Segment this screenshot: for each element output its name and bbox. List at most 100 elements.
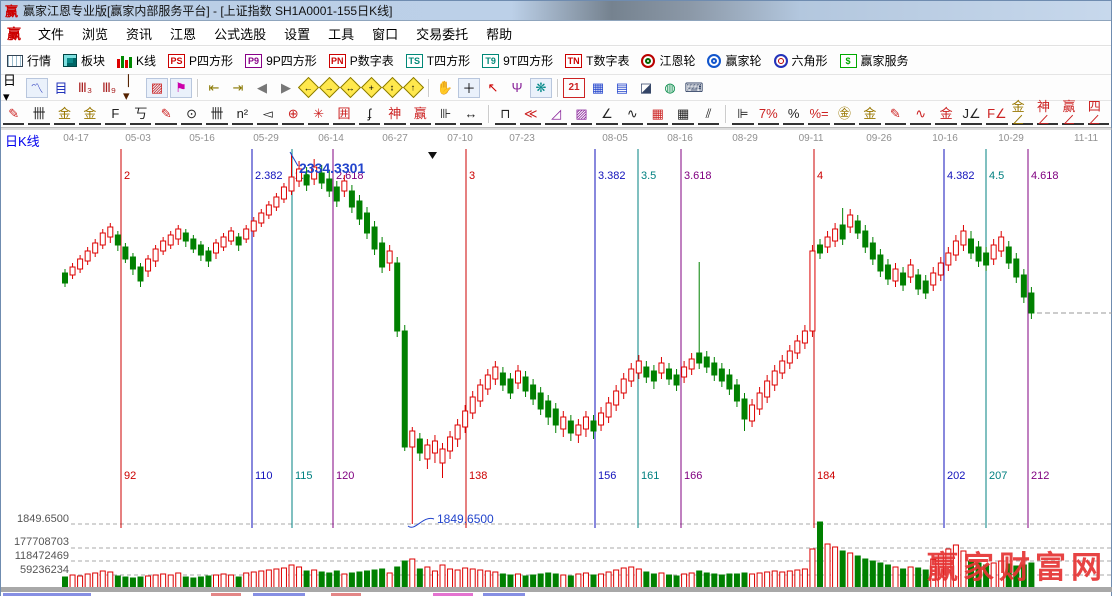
menu-item-5[interactable]: 设置 [275, 22, 319, 45]
dia-up-icon[interactable]: ↑ [403, 77, 424, 98]
draw-tool-group1-7[interactable]: ⊙ [181, 104, 202, 125]
save-icon[interactable]: ◪ [635, 78, 657, 98]
draw-tool-group3-11[interactable]: 金∠ [1012, 104, 1033, 125]
toolbar-button-9t-square[interactable]: T99T四方形 [476, 50, 559, 71]
toolbar-button-sectors[interactable]: 板块 [57, 50, 111, 71]
period-dropdown[interactable]: 日 ▾ [2, 78, 24, 98]
draw-tool-group2-4[interactable]: ∠ [596, 104, 617, 125]
draw-tool-group1-1[interactable]: 卌 [28, 104, 49, 125]
draw-tool-group3-12[interactable]: 神∠ [1037, 104, 1058, 125]
dia-vexpand-icon[interactable]: ↕ [382, 77, 403, 98]
computer-icon[interactable]: ⌨ [683, 78, 705, 98]
draw-tool-group3-9[interactable]: J∠ [961, 104, 982, 125]
crosshair-icon[interactable]: ＋ [458, 78, 480, 98]
notes-icon[interactable]: ▤ [611, 78, 633, 98]
first-page-icon[interactable]: ⇤ [203, 78, 225, 98]
draw-tool-group3-10[interactable]: F∠ [986, 104, 1007, 125]
draw-tool-group1-14[interactable]: ʄ [359, 104, 380, 125]
hand-icon[interactable]: ✋ [434, 78, 456, 98]
menu-item-9[interactable]: 帮助 [477, 22, 521, 45]
calendar21-icon[interactable]: 21 [563, 78, 585, 98]
date-tick-label: 07-23 [509, 133, 535, 144]
draw-tool-group3-2[interactable]: % [783, 104, 804, 125]
menu-item-0[interactable]: 文件 [29, 22, 73, 45]
toolbar-button-quotes[interactable]: 行情 [1, 50, 57, 71]
draw-tool-group1-8[interactable]: 卌 [206, 104, 227, 125]
kline-icon [117, 54, 132, 68]
small-chart3-icon[interactable]: Ⅲ₃ [74, 78, 96, 98]
draw-tool-group1-0[interactable]: ✎ [3, 104, 24, 125]
draw-tool-group3-0[interactable]: ⊫ [732, 104, 753, 125]
draw-tool-group2-1[interactable]: ≪ [520, 104, 541, 125]
draw-tool-group3-13[interactable]: 赢∠ [1062, 104, 1083, 125]
calculator-icon[interactable]: ▦ [587, 78, 609, 98]
menu-item-4[interactable]: 公式选股 [205, 22, 275, 45]
draw-tool-group1-11[interactable]: ⊕ [282, 104, 303, 125]
draw-tool-group3-8[interactable]: 金 [935, 104, 956, 125]
menu-item-6[interactable]: 工具 [319, 22, 363, 45]
menu-item-2[interactable]: 资讯 [117, 22, 161, 45]
toolbar-button-9p-square[interactable]: P99P四方形 [239, 50, 323, 71]
color-flag-icon[interactable]: ⚑ [170, 78, 192, 98]
draw-tool-group1-4[interactable]: F [105, 104, 126, 125]
draw-tool-group3-14[interactable]: 四∠ [1088, 104, 1109, 125]
draw-tool-group3-3[interactable]: %= [808, 104, 829, 125]
toolbar-button-winner-wheel[interactable]: 赢家轮 [701, 50, 767, 71]
draw-tool-group1-2[interactable]: 金 [54, 104, 75, 125]
draw-tool-group3-6[interactable]: ✎ [885, 104, 906, 125]
menu-item-3[interactable]: 江恩 [161, 22, 205, 45]
next-icon[interactable]: ▶ [275, 78, 297, 98]
toolbar-button-p-square[interactable]: PSP四方形 [162, 50, 239, 71]
draw-tool-group2-0[interactable]: ⊓ [495, 104, 516, 125]
draw-tool-group2-3[interactable]: ▨ [571, 104, 592, 125]
last-page-icon[interactable]: ⇥ [227, 78, 249, 98]
prev-icon[interactable]: ◀ [251, 78, 273, 98]
small-chart9-icon[interactable]: Ⅲ₉ [98, 78, 120, 98]
dia-plus-icon[interactable]: + [361, 77, 382, 98]
toolbar-button-kline[interactable]: K线 [111, 50, 162, 71]
region-icon[interactable]: ▨ [146, 78, 168, 98]
draw-tool-group3-4[interactable]: ㊎ [834, 104, 855, 125]
measure-icon[interactable]: Ψ [506, 78, 528, 98]
draw-tool-group1-17[interactable]: ⊪ [435, 104, 456, 125]
toolbar-button-p-number[interactable]: PNP数字表 [323, 50, 400, 71]
dia-left-icon[interactable]: ← [298, 77, 319, 98]
info-f10-icon[interactable]: 目 [50, 78, 72, 98]
toolbar-button-hexagon[interactable]: 六角形 [768, 50, 834, 71]
draw-tool-group2-7[interactable]: ▦ [672, 104, 693, 125]
draw-tool-group3-1[interactable]: 7% [758, 104, 779, 125]
toolbar-button-t-number[interactable]: TNT数字表 [559, 50, 635, 71]
gann-bottom-label: 202 [947, 470, 965, 482]
draw-tool-group1-9[interactable]: n² [232, 104, 253, 125]
draw-tool-group1-16[interactable]: 赢 [410, 104, 431, 125]
draw-tool-group2-2[interactable]: ◿ [545, 104, 566, 125]
draw-tool-group3-7[interactable]: ∿ [910, 104, 931, 125]
draw-tool-group1-12[interactable]: ✳ [308, 104, 329, 125]
draw-tool-group2-6[interactable]: ▦ [647, 104, 668, 125]
menu-item-8[interactable]: 交易委托 [407, 22, 477, 45]
draw-tool-group2-8[interactable]: ⫽ [698, 104, 719, 125]
dia-right-icon[interactable]: → [319, 77, 340, 98]
menu-item-1[interactable]: 浏览 [73, 22, 117, 45]
candlestick-chart[interactable]: 04-1705-0305-1605-2906-1406-2707-1007-23… [1, 128, 1112, 592]
dia-hexpand-icon[interactable]: ↔ [340, 77, 361, 98]
draw-tool-group1-15[interactable]: 神 [384, 104, 405, 125]
draw-tool-group1-13[interactable]: 囲 [333, 104, 354, 125]
draw-tool-group1-10[interactable]: ◅ [257, 104, 278, 125]
draw-tool-group1-5[interactable]: 丂 [130, 104, 151, 125]
trend-chart-icon[interactable]: 〽 [26, 78, 48, 98]
draw-tool-group1-3[interactable]: 金 [79, 104, 100, 125]
candle-style-dropdown[interactable]: ❘ ▾ [122, 78, 144, 98]
toolbar-button-winner-service[interactable]: $赢家服务 [834, 50, 915, 71]
menu-item-7[interactable]: 窗口 [363, 22, 407, 45]
toolbar-button-gann-wheel[interactable]: 江恩轮 [635, 50, 701, 71]
brain-icon[interactable]: ❋ [530, 78, 552, 98]
draw-tool-group1-6[interactable]: ✎ [155, 104, 176, 125]
draw-tool-group1-18[interactable]: ↔ [460, 104, 481, 125]
draw-tool-group2-5[interactable]: ∿ [622, 104, 643, 125]
web-icon[interactable]: ◍ [659, 78, 681, 98]
candle-body [153, 249, 158, 261]
pointer-icon[interactable]: ↖ [482, 78, 504, 98]
toolbar-button-t-square[interactable]: TST四方形 [400, 50, 476, 71]
draw-tool-group3-5[interactable]: 金 [859, 104, 880, 125]
